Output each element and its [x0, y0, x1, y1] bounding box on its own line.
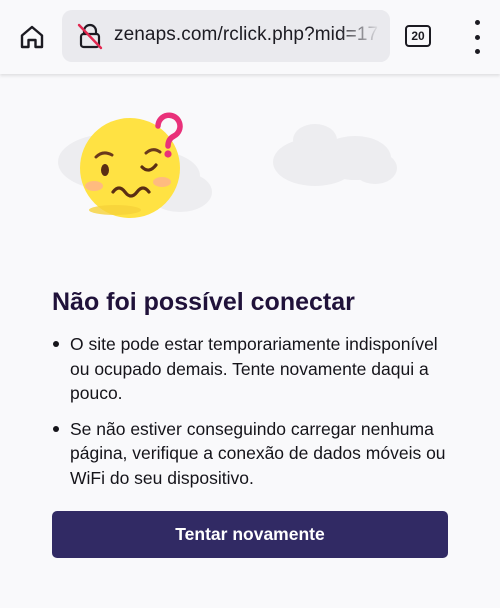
- url-text[interactable]: zenaps.com/rclick.php?mid=17: [114, 24, 378, 46]
- try-again-button[interactable]: Tentar novamente: [52, 511, 448, 558]
- bullet-icon: [53, 341, 59, 347]
- tab-counter-icon: 20: [405, 25, 431, 47]
- more-vertical-icon[interactable]: [462, 20, 492, 54]
- suggestion-item: Se não estiver conseguindo carregar nenh…: [52, 417, 452, 491]
- home-icon: [20, 25, 44, 49]
- confused-face-icon: [80, 118, 180, 218]
- error-suggestions: O site pode estar temporariamente indisp…: [52, 332, 452, 501]
- error-title: Não foi possível conectar: [52, 288, 355, 316]
- home-button[interactable]: [14, 19, 50, 55]
- url-fade: [340, 10, 390, 62]
- address-bar[interactable]: zenaps.com/rclick.php?mid=17: [62, 10, 390, 62]
- suggestion-item: O site pode estar temporariamente indisp…: [52, 332, 452, 406]
- insecure-lock-icon[interactable]: [76, 22, 104, 50]
- suggestion-text: Se não estiver conseguindo carregar nenh…: [70, 418, 446, 488]
- tab-counter-button[interactable]: 20: [404, 22, 432, 50]
- browser-toolbar: zenaps.com/rclick.php?mid=17 20: [0, 0, 500, 74]
- error-illustration: [58, 112, 397, 218]
- cloud-right: [273, 124, 397, 186]
- tab-count: 20: [411, 29, 425, 43]
- suggestion-text: O site pode estar temporariamente indisp…: [70, 334, 438, 403]
- bullet-icon: [53, 425, 59, 432]
